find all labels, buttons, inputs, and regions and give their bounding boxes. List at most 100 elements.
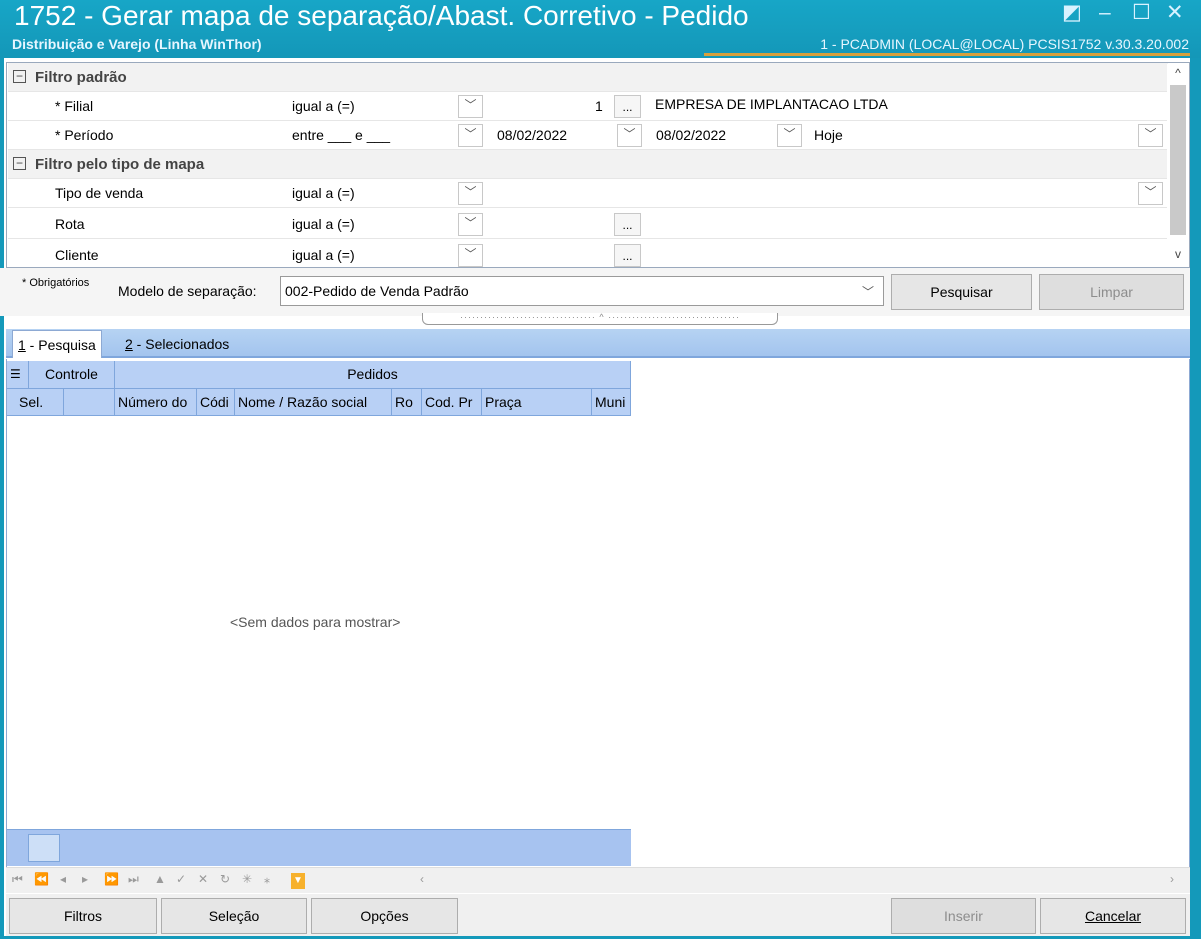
chevron-down-icon[interactable]: ﹀ [1138,182,1163,205]
period-end-date[interactable]: 08/02/2022 [656,127,726,143]
restore-icon[interactable]: ◩ [1062,0,1082,26]
chevron-down-icon[interactable]: ﹀ [458,124,483,147]
filters-button[interactable]: Filtros [9,898,157,934]
collapse-icon[interactable]: − [13,70,26,83]
filter-label: Rota [55,216,85,232]
insert-button[interactable]: Inserir [891,898,1036,934]
tab-selecionados[interactable]: 2 - Selecionados [120,330,234,358]
filter-operator[interactable]: igual a (=) [292,98,355,114]
col-municipio[interactable]: Muni [592,389,631,415]
filter-row-periodo: * Período entre ___ e ___ ﹀ 08/02/2022 ﹀… [8,121,1168,150]
chevron-down-icon[interactable]: ﹀ [1138,124,1163,147]
scroll-left-icon[interactable]: ‹ [420,872,424,886]
filter-row-cliente: Cliente igual a (=) ﹀ ... [8,241,1168,267]
filter-label: Tipo de venda [55,185,144,201]
col-blank[interactable] [64,389,115,415]
panel-splitter[interactable]: ·································· ^ ···… [422,313,778,325]
last-record-icon[interactable]: ⏭ [128,872,139,887]
filter-row-rota: Rota igual a (=) ﹀ ... [8,210,1168,239]
footer-cell [28,834,60,862]
insert-icon[interactable]: ▲ [154,872,166,886]
col-cod-praca[interactable]: Cod. Pr [422,389,482,415]
accent-line [704,53,1190,56]
prev-record-icon[interactable]: ◂ [60,872,66,886]
collapse-icon[interactable]: − [13,157,26,170]
empty-message: <Sem dados para mostrar> [230,614,401,630]
chevron-down-icon[interactable]: ﹀ [777,124,802,147]
filial-name: EMPRESA DE IMPLANTACAO LTDA [655,96,888,112]
title-bar: 1752 - Gerar mapa de separação/Abast. Co… [0,0,1201,58]
col-rota[interactable]: Ro [392,389,422,415]
grid-navigator: ⏮ ⏪ ◂ ▸ ⏩ ⏭ ▲ ✓ ✕ ↻ ✳ ⁎ ▼ ‹ › [6,867,1190,893]
chevron-down-icon[interactable]: ﹀ [458,95,483,118]
window-subtitle: Distribuição e Varejo (Linha WinThor) [12,36,262,52]
bookmark-icon[interactable]: ✳ [242,872,252,886]
col-numero[interactable]: Número do [115,389,197,415]
scroll-right-icon[interactable]: › [1170,872,1174,886]
filial-lookup-button[interactable]: ... [614,95,641,118]
rota-lookup-button[interactable]: ... [614,213,641,236]
model-select[interactable]: 002-Pedido de Venda Padrão ﹀ [280,276,884,306]
column-chooser-icon[interactable]: ☰ [7,361,29,388]
search-button[interactable]: Pesquisar [891,274,1032,310]
refresh-icon[interactable]: ↻ [220,872,230,886]
chevron-down-icon[interactable]: ﹀ [862,283,874,300]
scroll-up-icon[interactable]: ^ [1171,66,1185,80]
group-label: Filtro pelo tipo de mapa [35,156,205,173]
chevron-down-icon[interactable]: ﹀ [458,213,483,236]
next-page-icon[interactable]: ⏩ [104,872,119,886]
filter-group-map-type[interactable]: − Filtro pelo tipo de mapa [8,150,1168,179]
grid-band-header: ☰ Controle Pedidos [7,361,631,389]
bottom-toolbar: Filtros Seleção Opções Inserir Cancelar [6,894,1190,936]
filter-label: * Período [55,127,114,143]
window-title: 1752 - Gerar mapa de separação/Abast. Co… [14,0,749,31]
band-pedidos: Pedidos [115,361,631,388]
prev-page-icon[interactable]: ⏪ [34,872,49,886]
grid-footer [7,829,631,866]
first-record-icon[interactable]: ⏮ [12,872,23,887]
post-icon[interactable]: ✓ [176,872,186,886]
close-button[interactable]: ✕ [1166,0,1184,26]
next-record-icon[interactable]: ▸ [82,872,88,886]
chevron-down-icon[interactable]: ﹀ [458,182,483,205]
window-border-right [1190,58,1201,939]
scroll-down-icon[interactable]: v [1171,247,1185,261]
minimize-button[interactable]: – [1099,0,1111,26]
filter-group-default[interactable]: − Filtro padrão [8,63,1168,92]
col-codigo[interactable]: Códi [197,389,235,415]
grid-column-header: Sel. Número do Códi Nome / Razão social … [7,389,631,416]
filter-operator[interactable]: entre ___ e ___ [292,127,390,143]
col-praca[interactable]: Praça [482,389,592,415]
filter-icon[interactable]: ▼ [291,873,305,889]
scroll-thumb[interactable] [1170,85,1186,235]
filter-row-tipo-venda: Tipo de venda igual a (=) ﹀ ﹀ [8,179,1168,208]
filial-code[interactable]: 1 [595,98,603,114]
filter-operator[interactable]: igual a (=) [292,247,355,263]
window-border-left [0,58,4,939]
filter-row-filial: * Filial igual a (=) ﹀ 1 ... EMPRESA DE … [8,92,1168,121]
filter-label: Cliente [55,247,99,263]
tab-pesquisa[interactable]: 1 - Pesquisa [12,330,102,358]
chevron-down-icon[interactable]: ﹀ [617,124,642,147]
cliente-lookup-button[interactable]: ... [614,244,641,267]
selection-button[interactable]: Seleção [161,898,307,934]
maximize-button[interactable]: ☐ [1132,0,1151,26]
col-nome[interactable]: Nome / Razão social [235,389,392,415]
filter-panel: − Filtro padrão * Filial igual a (=) ﹀ 1… [6,62,1190,268]
col-sel[interactable]: Sel. [7,389,64,415]
chevron-down-icon[interactable]: ﹀ [458,244,483,267]
required-note: * Obrigatórios [22,277,90,289]
filter-operator[interactable]: igual a (=) [292,216,355,232]
model-label: Modelo de separação: [118,283,257,299]
clear-button[interactable]: Limpar [1039,274,1184,310]
period-start-date[interactable]: 08/02/2022 [497,127,567,143]
period-preset[interactable]: Hoje [814,127,843,143]
filter-scrollbar[interactable]: ^ v [1167,64,1188,267]
filter-operator[interactable]: igual a (=) [292,185,355,201]
tab-bar: 1 - Pesquisa 2 - Selecionados [6,329,1190,358]
cancel-button[interactable]: Cancelar [1040,898,1186,934]
options-button[interactable]: Opções [311,898,458,934]
goto-bookmark-icon[interactable]: ⁎ [264,872,270,886]
cancel-edit-icon[interactable]: ✕ [198,872,208,886]
results-grid: ☰ Controle Pedidos Sel. Número do Códi N… [6,359,1190,867]
